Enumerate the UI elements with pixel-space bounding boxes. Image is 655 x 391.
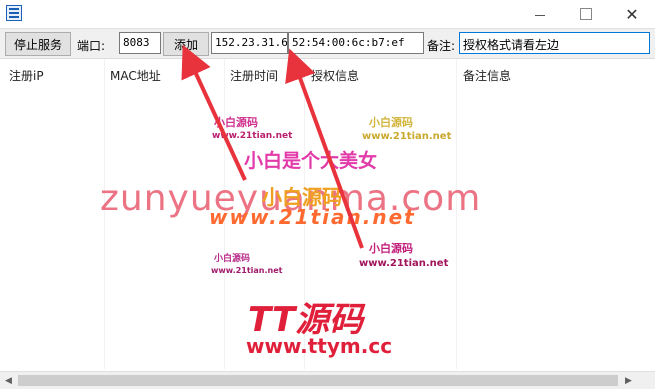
annotation-arrow xyxy=(285,48,364,249)
annotation-arrow xyxy=(181,44,247,181)
annotation-arrows xyxy=(181,44,364,249)
